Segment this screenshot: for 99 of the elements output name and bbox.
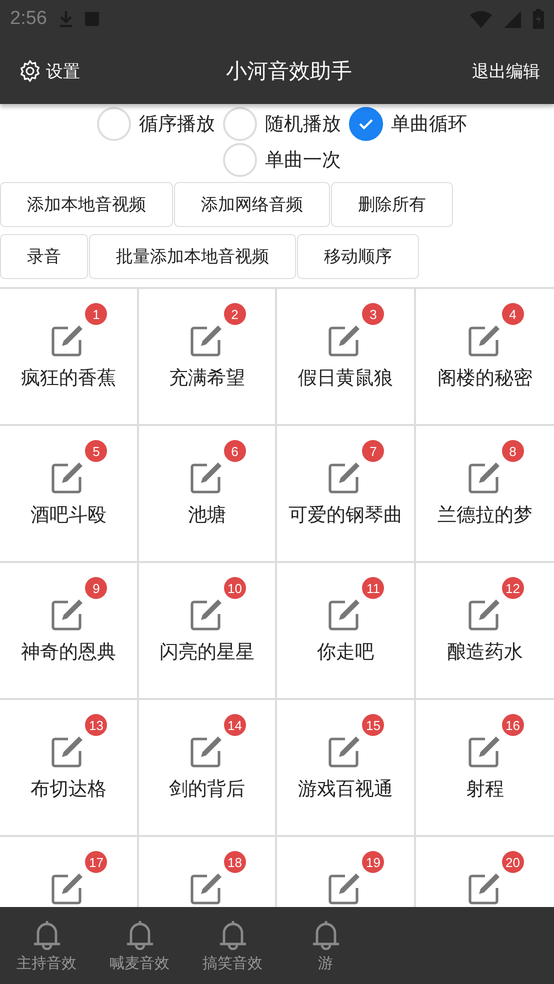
edit-icon bbox=[468, 734, 502, 768]
play-mode-radio[interactable]: 单曲循环 bbox=[349, 106, 467, 142]
sound-label: 神奇的恩典 bbox=[20, 640, 116, 665]
number-badge: 9 bbox=[85, 577, 108, 599]
signal-icon bbox=[504, 10, 521, 28]
battery-icon bbox=[533, 9, 544, 29]
sound-label: 疯狂的香蕉 bbox=[20, 366, 116, 391]
number-badge: 7 bbox=[362, 440, 384, 462]
edit-icon bbox=[51, 871, 86, 905]
nav-tab[interactable]: 喊麦音效 bbox=[93, 907, 186, 984]
sound-label: 你走吧 bbox=[316, 640, 374, 665]
sound-tile[interactable]: 10 闪亮的星星 bbox=[138, 563, 277, 700]
nav-tab[interactable]: 搞笑音效 bbox=[186, 907, 279, 984]
sound-label: 兰德拉的梦 bbox=[437, 503, 532, 528]
sound-tile[interactable]: 8 兰德拉的梦 bbox=[416, 426, 554, 563]
edit-icon bbox=[328, 871, 362, 905]
edit-icon bbox=[190, 323, 224, 357]
sound-tile[interactable]: 7 可爱的钢琴曲 bbox=[277, 426, 416, 563]
edit-icon bbox=[51, 734, 86, 768]
edit-icon bbox=[190, 460, 224, 494]
nav-tab[interactable]: 游 bbox=[279, 907, 372, 984]
edit-icon bbox=[328, 734, 362, 768]
sound-tile[interactable]: 12 酿造药水 bbox=[416, 563, 554, 700]
sound-tile[interactable]: 9 神奇的恩典 bbox=[0, 563, 138, 700]
sound-tile[interactable]: 16 射程 bbox=[416, 700, 554, 837]
bell-icon bbox=[218, 918, 248, 950]
sound-label: 假日黄鼠狼 bbox=[298, 366, 393, 391]
action-button[interactable]: 移动顺序 bbox=[297, 234, 419, 279]
play-mode-radio[interactable]: 单曲一次 bbox=[223, 142, 341, 178]
edit-icon bbox=[51, 597, 86, 631]
sound-label: 可爱的钢琴曲 bbox=[288, 503, 402, 528]
number-badge: 2 bbox=[224, 303, 246, 325]
bell-icon bbox=[310, 918, 340, 950]
play-mode-radio[interactable]: 随机播放 bbox=[223, 106, 341, 142]
sound-label: 射程 bbox=[466, 777, 504, 802]
number-badge: 5 bbox=[85, 440, 108, 462]
nav-tab[interactable]: 主持音效 bbox=[0, 907, 93, 984]
action-button[interactable]: 批量添加本地音视频 bbox=[89, 234, 296, 279]
number-badge: 17 bbox=[85, 851, 108, 873]
sound-tile[interactable]: 14 剑的背后 bbox=[138, 700, 277, 837]
number-badge: 11 bbox=[362, 577, 384, 599]
sound-tile[interactable]: 2 充满希望 bbox=[138, 289, 277, 426]
number-badge: 19 bbox=[362, 851, 384, 873]
settings-icon bbox=[18, 59, 42, 83]
number-badge: 16 bbox=[502, 714, 524, 736]
exit-edit-button[interactable]: 退出编辑 bbox=[472, 60, 540, 82]
sound-tile[interactable]: 11 你走吧 bbox=[277, 563, 416, 700]
sound-label: 池塘 bbox=[188, 503, 226, 528]
number-badge: 10 bbox=[224, 577, 246, 599]
sound-label: 充满希望 bbox=[168, 366, 245, 391]
wifi-icon bbox=[470, 10, 492, 28]
sound-tile[interactable]: 6 池塘 bbox=[138, 426, 277, 563]
sound-tile[interactable]: 1 疯狂的香蕉 bbox=[0, 289, 138, 426]
action-button[interactable]: 录音 bbox=[0, 234, 88, 279]
sound-tile[interactable]: 4 阁楼的秘密 bbox=[416, 289, 554, 426]
sound-label: 酿造药水 bbox=[446, 640, 523, 665]
number-badge: 12 bbox=[502, 577, 524, 599]
sound-tile[interactable]: 15 游戏百视通 bbox=[277, 700, 416, 837]
edit-icon bbox=[468, 460, 502, 494]
sound-label: 闪亮的星星 bbox=[159, 640, 254, 665]
number-badge: 1 bbox=[85, 303, 108, 325]
sound-label: 剑的背后 bbox=[168, 777, 245, 802]
edit-icon bbox=[190, 734, 224, 768]
sound-label: 酒吧斗殴 bbox=[30, 503, 106, 528]
edit-icon bbox=[190, 597, 224, 631]
number-badge: 3 bbox=[362, 303, 384, 325]
sound-label: 游戏百视通 bbox=[298, 777, 393, 802]
sound-tile[interactable]: 3 假日黄鼠狼 bbox=[277, 289, 416, 426]
edit-icon bbox=[190, 871, 224, 905]
number-badge: 15 bbox=[362, 714, 384, 736]
bell-icon bbox=[32, 918, 62, 950]
edit-icon bbox=[328, 460, 362, 494]
action-button[interactable]: 添加网络音频 bbox=[174, 182, 330, 227]
edit-icon bbox=[468, 323, 502, 357]
number-badge: 14 bbox=[224, 714, 246, 736]
status-time: 2:56 bbox=[10, 8, 47, 30]
number-badge: 20 bbox=[502, 851, 524, 873]
action-button[interactable]: 删除所有 bbox=[331, 182, 453, 227]
sound-label: 阁楼的秘密 bbox=[437, 366, 532, 391]
sound-tile[interactable]: 13 布切达格 bbox=[0, 700, 138, 837]
number-badge: 8 bbox=[502, 440, 524, 462]
number-badge: 4 bbox=[502, 303, 524, 325]
app-title: 小河音效助手 bbox=[226, 58, 352, 85]
number-badge: 18 bbox=[224, 851, 246, 873]
number-badge: 6 bbox=[224, 440, 246, 462]
edit-icon bbox=[468, 871, 502, 905]
play-mode-radio[interactable]: 循序播放 bbox=[97, 106, 215, 142]
edit-icon bbox=[51, 460, 86, 494]
settings-button[interactable]: 设置 bbox=[18, 59, 80, 83]
download-icon bbox=[58, 10, 73, 28]
edit-icon bbox=[328, 597, 362, 631]
number-badge: 13 bbox=[85, 714, 108, 736]
edit-icon bbox=[51, 323, 86, 357]
sound-tile[interactable]: 5 酒吧斗殴 bbox=[0, 426, 138, 563]
action-button[interactable]: 添加本地音视频 bbox=[0, 182, 173, 227]
edit-icon bbox=[468, 597, 502, 631]
edit-icon bbox=[328, 323, 362, 357]
bell-icon bbox=[124, 918, 154, 950]
sound-label: 布切达格 bbox=[30, 777, 106, 802]
